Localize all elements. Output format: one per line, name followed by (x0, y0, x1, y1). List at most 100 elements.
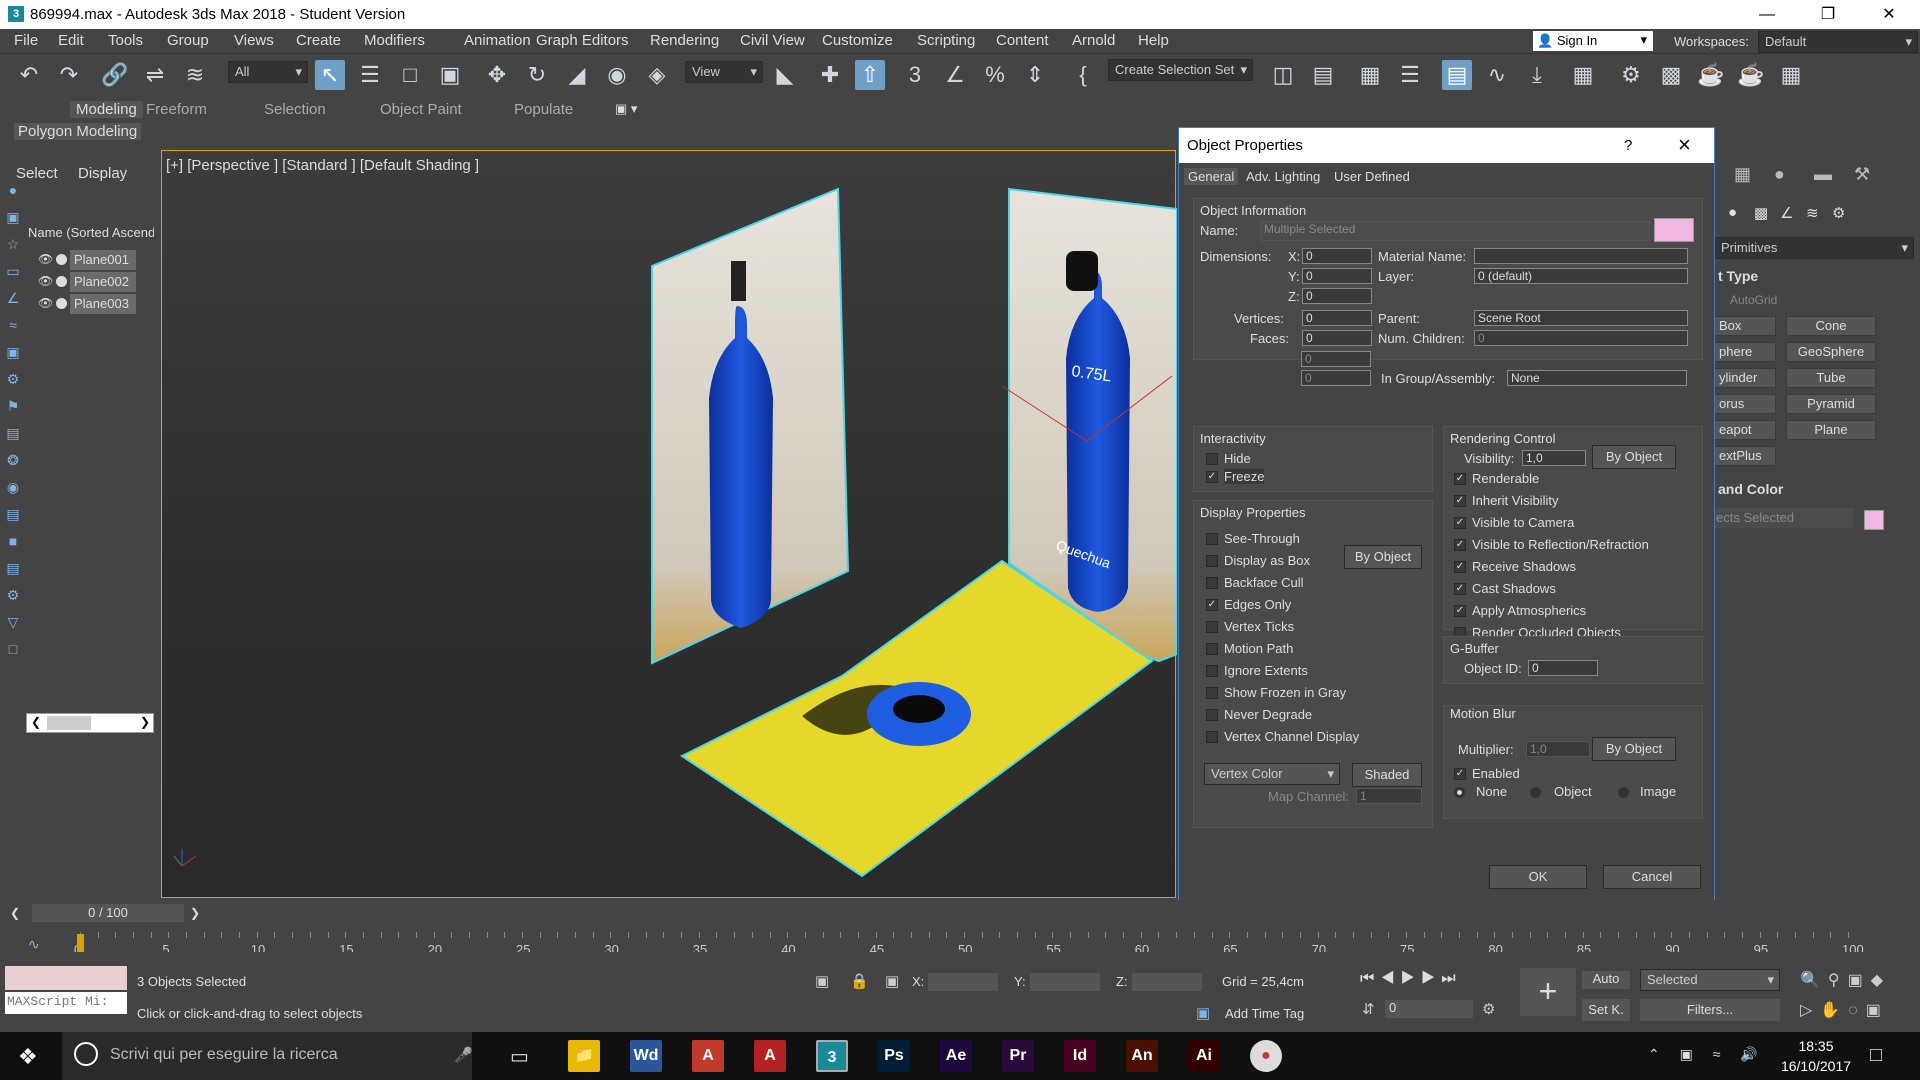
ribbon-tab-selection[interactable]: Selection (258, 101, 332, 118)
renderablecheckbox[interactable]: ✓ (1454, 473, 1466, 485)
ribbon-tab-populate[interactable]: Populate (508, 101, 579, 118)
render-iterative-icon[interactable]: ☕ (1736, 60, 1766, 90)
workspace-dropdown[interactable]: Default (1758, 31, 1918, 53)
minimize-button[interactable]: — (1744, 0, 1790, 29)
vertex-channel-displaycheckbox[interactable] (1206, 731, 1218, 743)
menu-customize[interactable]: Customize (822, 32, 893, 49)
time-marker[interactable] (77, 934, 84, 952)
primitive-button[interactable]: Cone (1786, 316, 1876, 336)
ribbon-tab-freeform[interactable]: Freeform (140, 101, 213, 118)
dope-sheet-icon[interactable]: ⤓ (1522, 60, 1552, 90)
ok-button[interactable]: OK (1489, 865, 1587, 889)
display-menu[interactable]: Display (78, 165, 127, 182)
scene-item[interactable]: 👁 Plane002 (38, 272, 154, 292)
chevron-left-icon[interactable]: ❮ (10, 906, 20, 920)
geometry-icon[interactable]: ● (1728, 204, 1737, 221)
material-name-field[interactable] (1474, 248, 1688, 264)
menu-modifiers[interactable]: Modifiers (364, 32, 425, 49)
select-menu[interactable]: Select (16, 165, 58, 182)
object-type-header[interactable]: t Type (1718, 268, 1758, 284)
motion-icon[interactable]: ▬ (1814, 164, 1832, 185)
dialog-close-button[interactable]: × (1678, 132, 1691, 158)
never-degradecheckbox[interactable] (1206, 709, 1218, 721)
viewport-navigation-icons[interactable]: 🔍⚲▣◆ (1800, 970, 1891, 990)
lock-icon[interactable]: 🔒 (850, 972, 869, 990)
menu-animation[interactable]: Animation (464, 32, 531, 49)
photoshop-icon[interactable]: Ps (878, 1040, 910, 1072)
primitive-button[interactable]: Plane (1786, 420, 1876, 440)
backface-cullcheckbox[interactable] (1206, 577, 1218, 589)
image-radio[interactable] (1618, 787, 1629, 798)
clock-date[interactable]: 16/10/2017 (1776, 1058, 1856, 1074)
parent-field[interactable]: Scene Root (1474, 310, 1688, 326)
hierarchy-icon[interactable]: ● (1774, 164, 1785, 185)
windows-start-icon[interactable]: ❖ (18, 1044, 38, 1070)
settings-filter-icon[interactable]: ⚙ (4, 587, 22, 605)
ignore-extentscheckbox[interactable] (1206, 665, 1218, 677)
key-filter-dropdown[interactable]: Selected (1640, 969, 1780, 991)
freeze-dot-icon[interactable] (56, 276, 67, 287)
freeze-dot-icon[interactable] (56, 298, 67, 309)
particle-filter-icon[interactable]: ❂ (4, 452, 22, 470)
scene-item-label[interactable]: Plane003 (70, 294, 136, 314)
layer-explorer-icon[interactable]: ☰ (1395, 60, 1425, 90)
receive-shadowscheckbox[interactable]: ✓ (1454, 561, 1466, 573)
autocad-icon[interactable]: A (754, 1040, 786, 1072)
column-header[interactable]: Name (Sorted Ascend (28, 225, 154, 240)
hide-checkbox[interactable] (1206, 453, 1218, 465)
chrome-icon[interactable]: ● (1250, 1040, 1282, 1072)
visibility-eye-icon[interactable]: 👁 (38, 252, 53, 266)
edges-onlycheckbox[interactable]: ✓ (1206, 599, 1218, 611)
link-icon[interactable]: 🔗 (100, 60, 130, 90)
place-rotate-icon[interactable]: ◈ (642, 60, 672, 90)
motion-pathcheckbox[interactable] (1206, 643, 1218, 655)
scene-item[interactable]: 👁 Plane003 (38, 294, 154, 314)
visibility-eye-icon[interactable]: 👁 (38, 274, 53, 288)
num-children-field[interactable]: 0 (1474, 330, 1688, 346)
name-and-color-header[interactable]: and Color (1718, 481, 1783, 497)
add-time-tag[interactable]: Add Time Tag (1225, 1006, 1304, 1021)
time-ruler[interactable]: 0510152025303540455055606570758085909510… (0, 920, 1920, 957)
menu-civil-view[interactable]: Civil View (740, 32, 805, 49)
container-filter-icon[interactable]: □ (4, 641, 22, 659)
pivot-icon[interactable]: ◣ (770, 60, 800, 90)
percent-snap-icon[interactable]: % (980, 60, 1010, 90)
acrobat-icon[interactable]: A (692, 1040, 724, 1072)
vertex-color-dropdown[interactable]: Vertex Color (1204, 763, 1340, 785)
rotate-icon[interactable]: ↻ (522, 60, 552, 90)
cancel-button[interactable]: Cancel (1603, 865, 1701, 889)
isolate-selection-icon[interactable]: ▣ (815, 972, 829, 990)
primitive-button[interactable]: orus (1714, 394, 1776, 414)
utilities-icon[interactable]: ⚒ (1854, 164, 1870, 185)
notification-icon[interactable]: □ (1870, 1044, 1882, 1067)
helpers-icon[interactable]: ∠ (1780, 204, 1793, 222)
snaps-toggle-icon[interactable]: 3 (900, 60, 930, 90)
unlink-icon[interactable]: ⇌ (140, 60, 170, 90)
rendered-frame-window-icon[interactable]: ▩ (1656, 60, 1686, 90)
systems-icon[interactable]: ⚙ (1832, 204, 1845, 222)
reference-coordinate-dropdown[interactable]: View (685, 61, 763, 83)
search-box[interactable]: Scrivi qui per eseguire la ricerca 🎤 (62, 1032, 473, 1080)
xref-filter-icon[interactable]: ▤ (4, 560, 22, 578)
autogrid-checkbox[interactable]: AutoGrid (1730, 293, 1777, 307)
time-configuration-icon[interactable]: ⚙ (1482, 1000, 1495, 1018)
color-swatch[interactable] (1864, 510, 1884, 530)
window-crossing-icon[interactable]: ▣ (435, 60, 465, 90)
rectangular-selection-icon[interactable]: □ (395, 60, 425, 90)
faces-field[interactable]: 0 (1302, 330, 1372, 346)
menu-content[interactable]: Content (996, 32, 1049, 49)
schematic-view-icon[interactable]: ▦ (1568, 60, 1598, 90)
layer-field[interactable]: 0 (default) (1474, 268, 1688, 284)
x-coord-field[interactable] (928, 973, 998, 991)
selection-filter-dropdown[interactable]: All (228, 61, 308, 83)
visibility-filter-icon[interactable]: ◉ (4, 479, 22, 497)
inherit-visibilitycheckbox[interactable]: ✓ (1454, 495, 1466, 507)
hierarchy-filter-icon[interactable]: ⚙ (4, 371, 22, 389)
ribbon-tab-modeling[interactable]: Modeling (70, 101, 143, 118)
set-key-icon[interactable]: + (1520, 968, 1576, 1016)
menu-views[interactable]: Views (234, 32, 274, 49)
menu-file[interactable]: File (14, 32, 38, 49)
apply-atmosphericscheckbox[interactable]: ✓ (1454, 605, 1466, 617)
modify-icon[interactable]: ▦ (1734, 164, 1751, 185)
lights-filter-icon[interactable]: ☆ (4, 236, 22, 254)
